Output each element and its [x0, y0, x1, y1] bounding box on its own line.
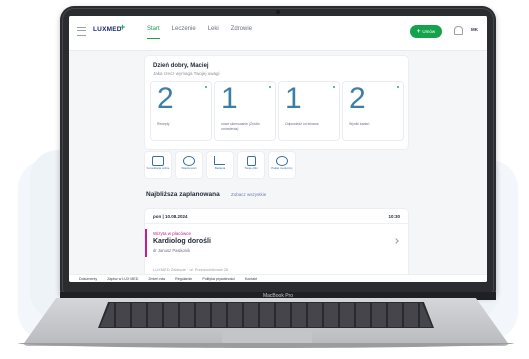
- stat-label: Wyniki badań: [349, 122, 370, 126]
- footer-link-signup[interactable]: Zapisz w LUX MED: [107, 277, 138, 281]
- main-nav: Start Leczenie Leki Zdrowie: [147, 26, 264, 39]
- nav-item-start[interactable]: Start: [147, 26, 160, 39]
- footer-link-contact[interactable]: Kontakt: [245, 277, 257, 281]
- nav-item-leczenie[interactable]: Leczenie: [172, 26, 196, 39]
- stat-label: nowe skierowanie (Źródło umówienia): [221, 122, 260, 131]
- status-dot-icon: [333, 86, 335, 88]
- status-dot-icon: [397, 86, 399, 88]
- laptop-lid: LUXMED + Start Leczenie Leki Zdrowie + U…: [60, 6, 496, 296]
- top-bar: LUXMED + Start Leczenie Leki Zdrowie + U…: [69, 16, 487, 51]
- stat-label: Recepty: [157, 122, 170, 126]
- stat-value: 2: [349, 82, 366, 115]
- logo[interactable]: LUXMED: [93, 26, 122, 33]
- greeting-subtitle: Jaka rzecz wymaga Twojej uwagi: [153, 71, 220, 76]
- monitor-icon: [152, 156, 164, 166]
- nav-item-zdrowie[interactable]: Zdrowie: [231, 26, 252, 39]
- quick-action-label: Konsultacja online: [146, 166, 170, 170]
- quick-action-label: Wiadomości: [181, 166, 197, 170]
- visit-doctor: dr Janusz Pasikonik: [153, 248, 191, 253]
- visit-time: 10:30: [388, 214, 400, 219]
- plus-icon: +: [416, 28, 421, 35]
- quick-action-label: Twoje pliki: [244, 166, 258, 170]
- stat-card-doctor-reply[interactable]: 1 Odpowiedź od lekarza: [279, 82, 339, 140]
- avatar[interactable]: MK: [471, 27, 478, 32]
- globe-icon: [183, 156, 195, 166]
- greeting-title: Dzień dobry, Maciej: [153, 63, 209, 69]
- status-dot-icon: [269, 86, 271, 88]
- divider: [145, 223, 408, 224]
- see-all-link[interactable]: Zobacz wszystkie: [231, 192, 266, 197]
- logo-cross-icon: +: [120, 22, 126, 32]
- upcoming-section-title: Najbliższa zaplanowana: [146, 191, 220, 198]
- quick-action-label: Pakiet medyczny: [271, 166, 293, 170]
- footer-link-change[interactable]: Zmień nas: [148, 277, 165, 281]
- trackpad: [222, 331, 312, 343]
- camera-icon: [276, 10, 280, 14]
- stat-card-referral[interactable]: 1 nowe skierowanie (Źródło umówienia): [215, 82, 275, 140]
- visit-specialty: Kardiolog dorośli: [153, 238, 211, 245]
- stat-label: Odpowiedź od lekarza: [285, 122, 319, 126]
- visit-place: LUXMED Zabłocie · ul. Przewoźnikowa 26: [153, 267, 229, 272]
- visit-type: Wizyta w placówce: [153, 231, 192, 236]
- book-appointment-button[interactable]: + Umów: [410, 25, 442, 38]
- nav-item-leki[interactable]: Leki: [208, 26, 219, 39]
- laptop-base-lip: [18, 343, 514, 348]
- quick-action-messages[interactable]: Wiadomości: [176, 152, 202, 178]
- footer-link-privacy[interactable]: Polityka prywatności: [202, 277, 235, 281]
- stat-value: 1: [221, 82, 238, 115]
- stat-value: 2: [157, 82, 174, 115]
- footer: Dokumenty Zapisz w LUX MED Zmień nas Reg…: [69, 274, 487, 282]
- quick-action-medical-package[interactable]: Pakiet medyczny: [269, 152, 295, 178]
- screen: LUXMED + Start Leczenie Leki Zdrowie + U…: [69, 16, 487, 282]
- upcoming-visit-card[interactable]: pon | 10.08.2024 10:30 Wizyta w placówce…: [145, 209, 408, 279]
- keyboard-keys: [100, 303, 432, 327]
- visit-date: pon | 10.08.2024: [153, 214, 188, 219]
- quick-action-tests[interactable]: Badania: [207, 152, 233, 178]
- bell-icon[interactable]: [454, 26, 463, 35]
- greeting-card: Dzień dobry, Maciej Jaka rzecz wymaga Tw…: [145, 56, 408, 149]
- book-appointment-label: Umów: [422, 29, 436, 34]
- chart-icon: [214, 156, 225, 165]
- footer-link-terms[interactable]: Regulamin: [175, 277, 192, 281]
- quick-action-files[interactable]: Twoje pliki: [238, 152, 264, 178]
- chevron-right-icon[interactable]: [393, 238, 399, 244]
- document-icon: [247, 156, 256, 166]
- visit-accent-bar: [145, 229, 147, 257]
- stat-value: 1: [285, 82, 302, 115]
- quick-action-online-consultation[interactable]: Konsultacja online: [145, 152, 171, 178]
- package-icon: [276, 156, 288, 166]
- status-dot-icon: [205, 86, 207, 88]
- quick-action-label: Badania: [214, 166, 226, 170]
- hamburger-menu-icon[interactable]: [77, 27, 86, 36]
- stat-card-prescriptions[interactable]: 2 Recepty: [151, 82, 211, 140]
- footer-link-documents[interactable]: Dokumenty: [79, 277, 97, 281]
- stat-card-test-results[interactable]: 2 Wyniki badań: [343, 82, 403, 140]
